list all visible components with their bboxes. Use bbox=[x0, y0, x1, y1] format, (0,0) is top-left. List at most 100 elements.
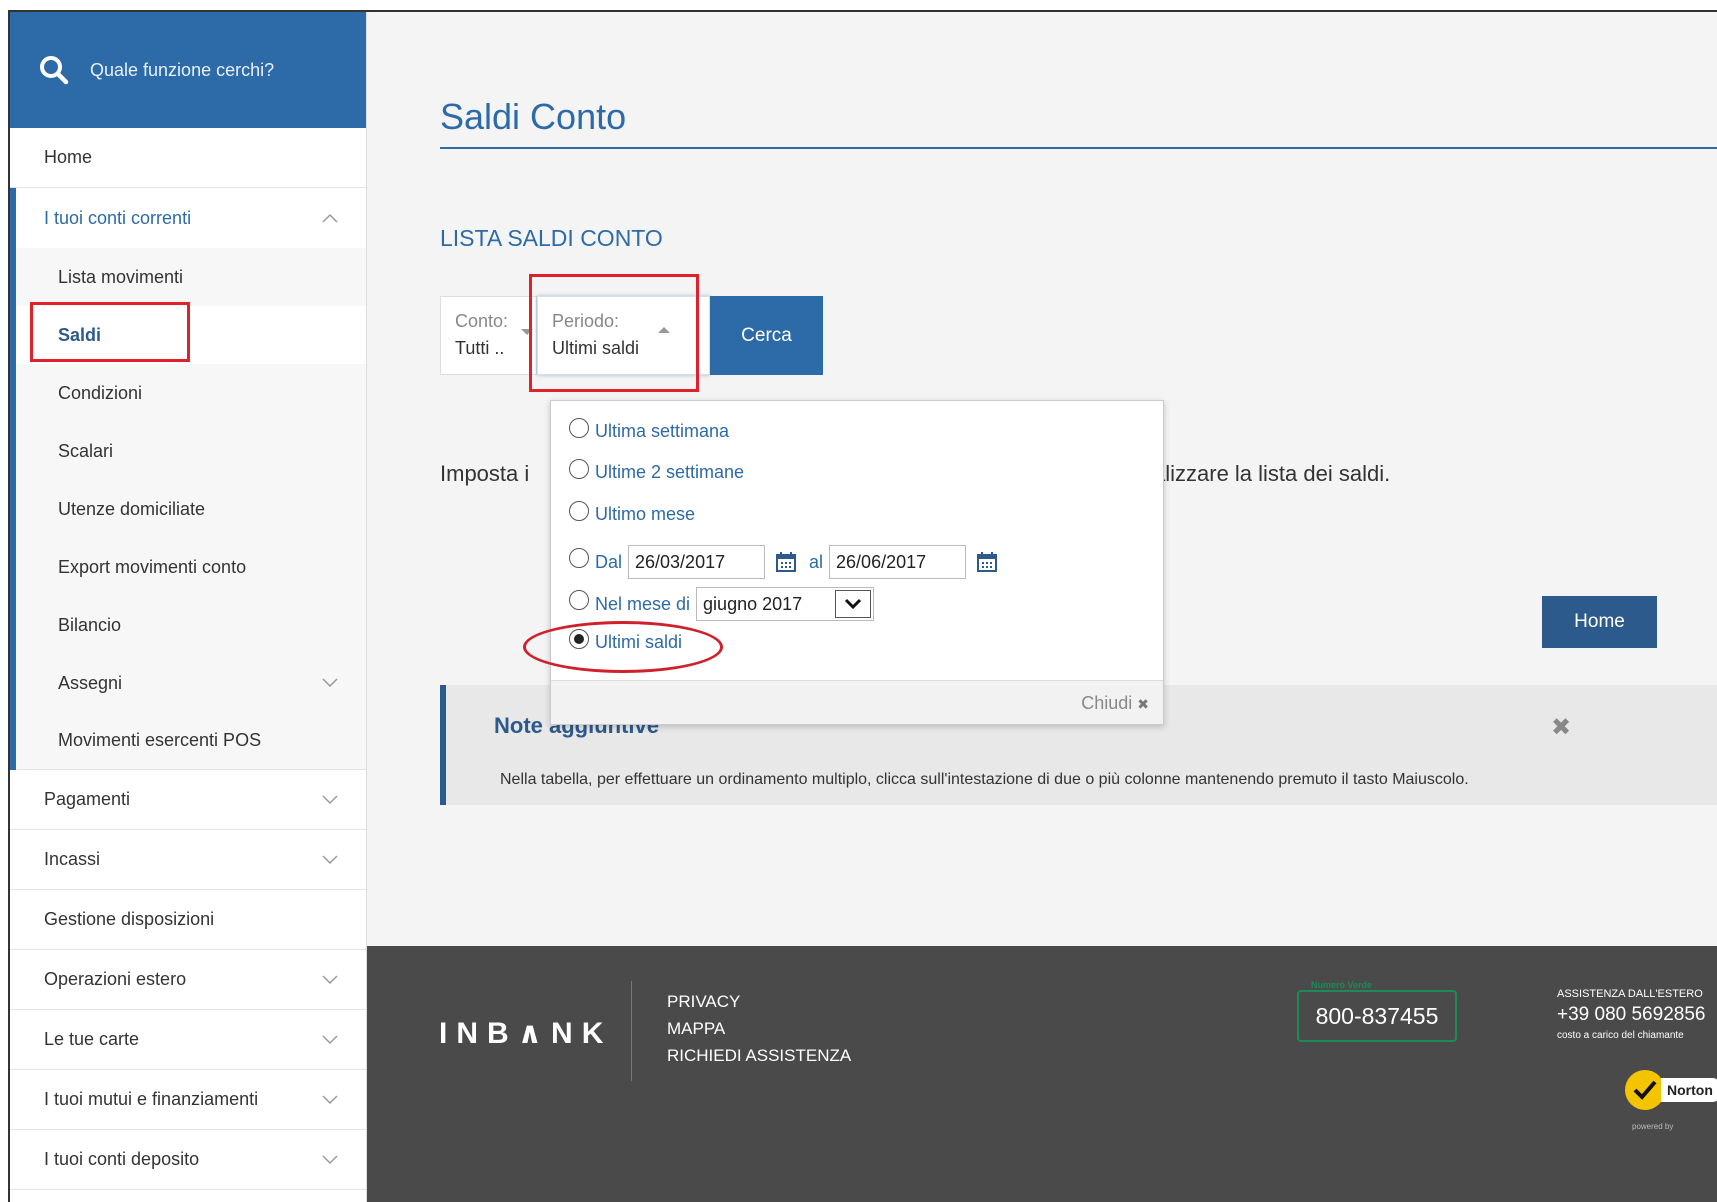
sidebar-subitem-label: Lista movimenti bbox=[58, 266, 184, 287]
sidebar-subitem-label: Assegni bbox=[58, 672, 123, 693]
date-to-label: al bbox=[809, 551, 824, 572]
caret-up-icon bbox=[658, 327, 670, 333]
sidebar-item-pagamenti[interactable]: Pagamenti bbox=[10, 770, 366, 830]
conto-filter-value: Tutti .. bbox=[455, 338, 505, 358]
chevron-down-icon[interactable] bbox=[835, 590, 872, 618]
note-text: Nella tabella, per effettuare un ordinam… bbox=[500, 771, 1469, 788]
option-label: Ultime 2 settimane bbox=[595, 462, 745, 482]
option-label: Ultimi saldi bbox=[595, 632, 683, 652]
chevron-down-icon bbox=[322, 1154, 338, 1164]
periodo-filter[interactable]: Periodo: Ultimi saldi bbox=[537, 296, 710, 375]
app-frame: Quale funzione cerchi? Home I tuoi conti… bbox=[8, 10, 1717, 1202]
sidebar-nav: Home I tuoi conti correnti Lista movimen… bbox=[10, 128, 366, 1190]
date-to-input[interactable] bbox=[829, 545, 967, 579]
sidebar-subitem-scalari[interactable]: Scalari bbox=[16, 422, 366, 480]
option-ultimi-saldi[interactable]: Ultimi saldi bbox=[569, 628, 683, 653]
footer-divider bbox=[631, 981, 632, 1081]
sidebar-subitem-bilancio[interactable]: Bilancio bbox=[16, 596, 366, 654]
sidebar-subitem-assegni[interactable]: Assegni bbox=[16, 654, 366, 712]
sidebar-item-home[interactable]: Home bbox=[10, 128, 366, 188]
dropdown-footer: Chiudi ✖ bbox=[551, 680, 1163, 724]
chiudi-button[interactable]: Chiudi ✖ bbox=[1081, 693, 1149, 714]
sidebar-item-incassi[interactable]: Incassi bbox=[10, 830, 366, 890]
option-ultime-2-settimane[interactable]: Ultime 2 settimane bbox=[569, 458, 745, 483]
radio-button[interactable] bbox=[569, 590, 589, 610]
sidebar-item-label: Pagamenti bbox=[44, 789, 131, 809]
info-text: Imposta i alizzare la lista dei saldi. bbox=[440, 461, 1390, 487]
conto-filter[interactable]: Conto: Tutti .. bbox=[440, 296, 537, 375]
chevron-up-icon bbox=[322, 213, 338, 223]
function-search[interactable]: Quale funzione cerchi? bbox=[10, 12, 366, 128]
option-label: Dal bbox=[595, 551, 623, 572]
assist-title: ASSISTENZA DALL'ESTERO bbox=[1557, 988, 1703, 1000]
sidebar-item-conti-correnti[interactable]: I tuoi conti correnti bbox=[10, 188, 366, 248]
date-from-input[interactable] bbox=[628, 545, 766, 579]
search-icon bbox=[40, 56, 69, 85]
sidebar-subitem-label: Scalari bbox=[58, 440, 114, 461]
chevron-down-icon bbox=[322, 974, 338, 984]
option-dal[interactable]: Dal al bbox=[569, 545, 1010, 579]
norton-sub: powered by bbox=[1632, 1122, 1674, 1131]
search-placeholder: Quale funzione cerchi? bbox=[90, 59, 275, 80]
chiudi-label: Chiudi bbox=[1081, 693, 1133, 713]
sidebar-item-label: Home bbox=[44, 147, 93, 167]
option-nel-mese-di[interactable]: Nel mese di giugno 2017 bbox=[569, 587, 875, 621]
sidebar-subitem-pos[interactable]: Movimenti esercenti POS bbox=[16, 712, 366, 770]
month-select[interactable]: giugno 2017 bbox=[696, 587, 875, 621]
sidebar-subitem-export[interactable]: Export movimenti conto bbox=[16, 538, 366, 596]
sidebar-subitem-label: Saldi bbox=[58, 324, 102, 345]
calendar-icon[interactable] bbox=[976, 551, 998, 573]
assist-phone: +39 080 5692856 bbox=[1557, 1004, 1706, 1025]
footer-link-privacy[interactable]: PRIVACY bbox=[667, 988, 851, 1015]
option-ultima-settimana[interactable]: Ultima settimana bbox=[569, 417, 729, 442]
footer-links: PRIVACY MAPPA RICHIEDI ASSISTENZA bbox=[667, 988, 851, 1069]
sidebar-subitem-label: Condizioni bbox=[58, 382, 143, 403]
footer-link-assistenza[interactable]: RICHIEDI ASSISTENZA bbox=[667, 1042, 851, 1069]
calendar-icon[interactable] bbox=[775, 551, 797, 573]
radio-button-checked[interactable] bbox=[569, 628, 589, 649]
section-title: LISTA SALDI CONTO bbox=[440, 225, 663, 251]
page-title: Saldi Conto bbox=[440, 96, 627, 137]
info-text-left: Imposta i bbox=[440, 461, 530, 486]
footer-link-mappa[interactable]: MAPPA bbox=[667, 1015, 851, 1042]
chevron-down-icon bbox=[322, 854, 338, 864]
title-divider bbox=[440, 147, 1717, 149]
sidebar-item-gestione-disposizioni[interactable]: Gestione disposizioni bbox=[10, 890, 366, 950]
periodo-filter-label: Periodo: bbox=[552, 311, 620, 331]
home-button[interactable]: Home bbox=[1542, 596, 1657, 648]
cerca-button[interactable]: Cerca bbox=[710, 296, 823, 375]
sidebar-item-operazioni-estero[interactable]: Operazioni estero bbox=[10, 950, 366, 1010]
option-ultimo-mese[interactable]: Ultimo mese bbox=[569, 500, 696, 525]
sidebar-subitem-label: Movimenti esercenti POS bbox=[58, 730, 262, 750]
sidebar-item-mutui[interactable]: I tuoi mutui e finanziamenti bbox=[10, 1070, 366, 1130]
footer: INB∧NK PRIVACY MAPPA RICHIEDI ASSISTENZA… bbox=[367, 946, 1717, 1202]
sidebar-subitem-saldi[interactable]: Saldi bbox=[16, 306, 366, 364]
radio-button[interactable] bbox=[569, 417, 589, 438]
sidebar-item-label: I tuoi conti correnti bbox=[44, 207, 192, 228]
periodo-filter-value: Ultimi saldi bbox=[552, 338, 640, 358]
periodo-dropdown: Ultima settimana Ultime 2 settimane Ulti… bbox=[550, 400, 1164, 725]
sidebar-subitem-utenze[interactable]: Utenze domiciliate bbox=[16, 480, 366, 538]
sidebar-item-label: I tuoi mutui e finanziamenti bbox=[44, 1089, 259, 1109]
radio-button[interactable] bbox=[569, 458, 589, 479]
inbank-logo: INB∧NK bbox=[439, 1017, 613, 1050]
numero-verde-label: Numero Verde bbox=[1307, 980, 1377, 990]
chevron-down-icon bbox=[322, 1094, 338, 1104]
sidebar-item-conti-deposito[interactable]: I tuoi conti deposito bbox=[10, 1130, 366, 1190]
chevron-down-icon bbox=[322, 678, 338, 688]
month-select-value: giugno 2017 bbox=[703, 593, 803, 614]
radio-button[interactable] bbox=[569, 500, 589, 521]
sidebar-subitem-condizioni[interactable]: Condizioni bbox=[16, 364, 366, 422]
option-label: Ultimo mese bbox=[595, 504, 696, 524]
sidebar-item-label: Incassi bbox=[44, 849, 101, 869]
sidebar-item-label: Operazioni estero bbox=[44, 969, 187, 989]
sidebar-subitem-lista-movimenti[interactable]: Lista movimenti bbox=[16, 248, 366, 306]
radio-button[interactable] bbox=[569, 548, 589, 568]
numero-verde: 800-837455 bbox=[1297, 990, 1457, 1042]
sidebar-subitem-label: Utenze domiciliate bbox=[58, 498, 206, 519]
sidebar-item-carte[interactable]: Le tue carte bbox=[10, 1010, 366, 1070]
chevron-down-icon bbox=[322, 1034, 338, 1044]
numero-verde-value: 800-837455 bbox=[1315, 1002, 1439, 1029]
submenu-conti-correnti: Lista movimenti Saldi Condizioni Scalari… bbox=[10, 248, 366, 770]
close-icon[interactable]: ✖ bbox=[1551, 713, 1571, 742]
